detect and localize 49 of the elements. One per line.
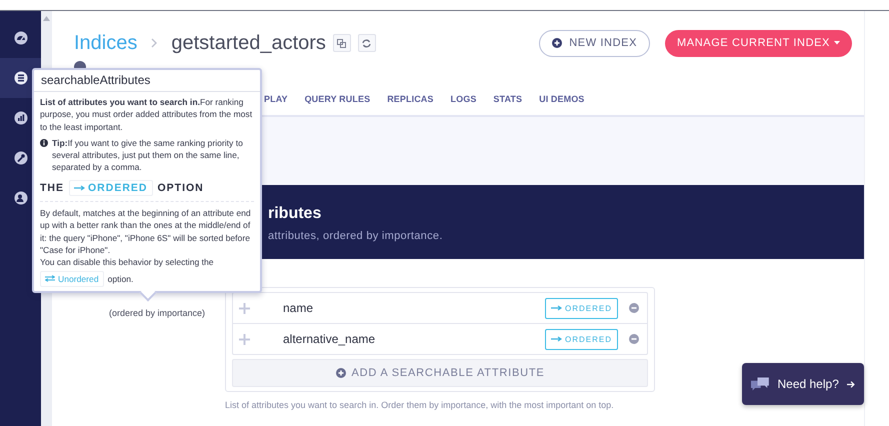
tab[interactable]: QUERY RULES <box>304 89 370 115</box>
chevron-icon <box>151 38 158 48</box>
option-heading: OPTION <box>158 182 204 194</box>
remove-icon[interactable] <box>629 334 639 344</box>
gauge-icon <box>14 31 28 45</box>
caret-icon <box>834 41 840 45</box>
refresh-button[interactable] <box>358 34 376 52</box>
arrow-right-icon <box>846 380 855 388</box>
tooltip-text: You can disable this behavior by selecting the <box>40 256 215 269</box>
help-text: List of attributes you want to search in. Order them by importance, with the most important on top. <box>225 400 615 410</box>
arrow-icon <box>74 184 85 191</box>
plus-circle-icon <box>552 38 562 48</box>
attribute-name: name <box>282 301 314 315</box>
tab[interactable]: REPLICAS <box>387 89 434 115</box>
tab[interactable]: PLAY <box>264 89 288 115</box>
database-icon <box>14 71 28 85</box>
attribute-name: alternative_name <box>282 332 376 346</box>
users-icon <box>14 191 28 205</box>
index-title: getstarted_actors <box>171 32 326 54</box>
info-icon <box>40 138 48 147</box>
copy-icon <box>337 38 346 48</box>
arrow-icon <box>550 336 562 342</box>
refresh-icon <box>362 38 372 48</box>
add-attribute-button[interactable]: ADD A SEARCHABLE ATTRIBUTE <box>232 359 648 387</box>
arrow-icon <box>550 305 562 311</box>
tooltip-text: By default, matches at the beginning of an attribute end up with a better rank than the ones at the middle/end of it: the query "iPhone", "iPhone 6S" will be sorted before "Case for iPhone". <box>40 207 252 256</box>
bar-chart-icon <box>14 111 28 125</box>
section-title: ributes <box>268 205 322 223</box>
unordered-badge: Unordered <box>40 270 104 287</box>
remove-icon[interactable] <box>629 303 639 313</box>
manage-index-button[interactable]: MANAGE CURRENT INDEX <box>665 30 852 56</box>
section-subtitle: attributes, ordered by importance. <box>268 230 444 242</box>
tooltip-title: searchableAttributes <box>34 70 260 92</box>
plus-circle-icon <box>336 368 346 378</box>
option-heading: THE <box>40 182 64 194</box>
tab[interactable]: UI DEMOS <box>539 89 584 115</box>
drag-handle-icon[interactable] <box>239 302 250 314</box>
setting-label: (ordered by importance) <box>108 308 205 318</box>
ordered-badge: ORDERED <box>69 180 153 196</box>
new-index-button[interactable]: NEW INDEX <box>539 30 650 56</box>
tab[interactable]: STATS <box>493 89 522 115</box>
wrench-icon <box>14 151 28 165</box>
tooltip-text: List of attributes you want to search in.For ranking purpose, you must order added attributes from the most to the least important. <box>40 96 254 133</box>
tip-text: Tip:If you want to give the same ranking priority to several attributes, just put them on the same line, separated by a comma. <box>52 136 244 174</box>
drag-handle-icon[interactable] <box>239 334 250 344</box>
copy-button[interactable] <box>332 34 351 52</box>
tab[interactable]: LOGS <box>450 89 476 115</box>
need-help-button[interactable]: Need help? <box>742 363 864 405</box>
tooltip-text: option. <box>108 272 134 285</box>
